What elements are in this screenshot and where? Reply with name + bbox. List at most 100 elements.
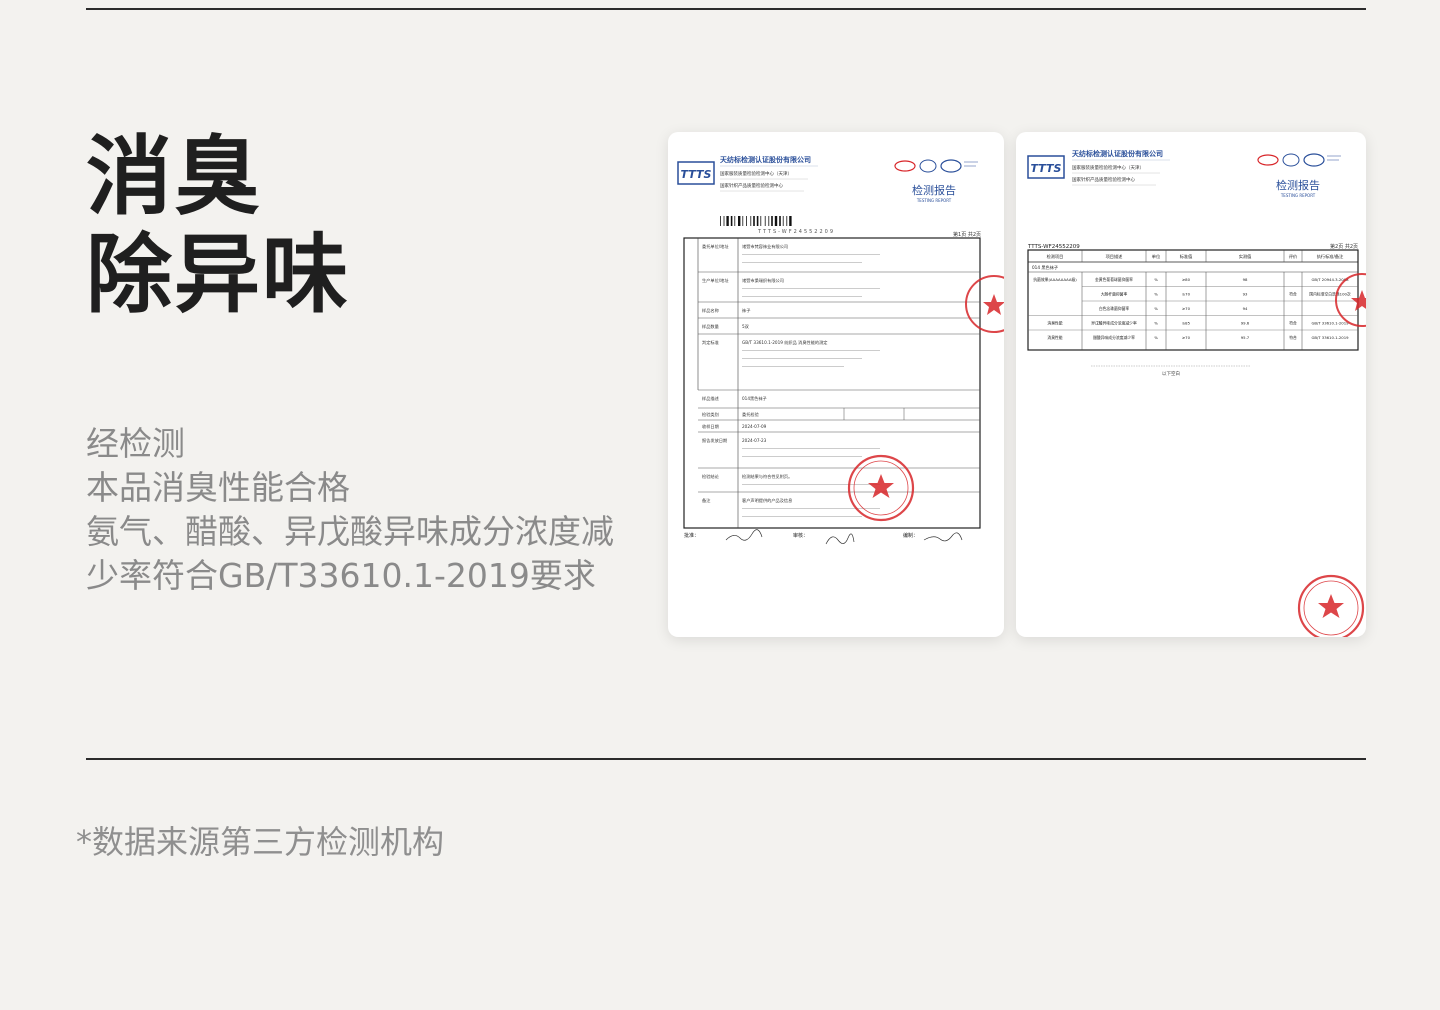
result-cell: 93 [1243,292,1248,297]
result-cell: ≥70 [1182,335,1191,340]
center-1: 国家服装质量检验检测中心（天津） [1072,164,1144,171]
description-line-3: 氨气、醋酸、异戊酸异味成分浓度减 [86,512,614,551]
result-cell: % [1154,306,1158,311]
edge-seal-icon [965,275,1004,333]
result-cell: 异戊酸异味成分浓度减少率 [1091,321,1137,326]
result-cell: % [1154,335,1158,340]
svg-text:审核：: 审核： [793,532,808,539]
result-cell: 符合 [1289,335,1297,340]
report-row: 生产单位/地址 诸暨市桑瑞织有限公司 [702,277,880,297]
test-report-page-1: TTTS 天纺标检测认证股份有限公司 国家服装质量检验检测中心（天津） 国家针织… [668,132,1004,637]
report-row: 判定标准 GB/T 33610.1-2019 纺织品 消臭性能的测定 [702,339,880,367]
result-cell: 94 [1243,306,1248,311]
report-row: 样品数量 5双 [702,323,750,330]
result-cell: GB/T 33610.1-2019 [1311,321,1349,326]
column-header: 检测项目 [1047,253,1064,260]
svg-text:TTTS: TTTS [1031,162,1062,175]
center-1: 国家服装质量检验检测中心（天津） [720,170,792,177]
report-title: 检测报告 [1276,178,1320,192]
report-row: 报告发放日期 2024-07-23 [702,437,880,457]
result-cell: GB/T 33610.1-2019 [1311,335,1349,340]
barcode-icon [720,216,792,226]
sample-label: 014 黑色袜子 [1032,264,1058,271]
row-label: 检验类别 [702,411,719,418]
description-line-2: 本品消臭性能合格 [86,468,350,507]
source-footnote: *数据来源第三方检测机构 [76,823,445,861]
org-name: 天纺标检测认证股份有限公司 [720,155,811,164]
result-cell: 99.6 [1241,321,1250,326]
row-label: 样品名称 [702,307,719,314]
headline-line-2: 除异味 [86,225,350,325]
report-table: 委托单位/地址 诸暨市梵容袜业有限公司生产单位/地址 诸暨市桑瑞织有限公司样品名称 袜… [683,237,981,529]
result-cell: 消臭性能 [1047,335,1062,340]
row-label: 备注 [702,497,711,504]
column-header: 标准值 [1180,253,1193,260]
result-cell: 白色念珠菌抑菌率 [1099,306,1130,311]
result-cell: 国内标准空白洗涤100次 [1309,292,1351,297]
row-value: 袜子 [742,307,750,314]
result-cell: 抗菌效果(AAAAAAAA级) [1033,277,1077,282]
row-label: 样品数量 [702,323,719,330]
org-name: 天纺标检测认证股份有限公司 [1072,149,1163,158]
result-cell: ≥80 [1182,277,1191,282]
row-value: 委托检验 [742,411,760,418]
report-title-en: TESTING REPORT [916,198,952,203]
result-cell: 消臭性能 [1047,321,1062,326]
description-line-4: 少率符合GB/T33610.1-2019要求 [86,556,596,595]
result-cell: ≥85 [1182,321,1191,326]
row-label: 委托单位/地址 [702,243,729,250]
report-row: 样品描述 014黑色袜子 [702,395,767,402]
result-cell: ≥70 [1182,292,1191,297]
report-number: TTTS-WF24552209 [757,229,835,235]
result-cell: 大肠杆菌抑菌率 [1101,292,1128,297]
report-title-en: TESTING REPORT [1280,193,1316,198]
headline-line-1: 消臭 [86,127,262,227]
report-row: 检验结论 检测结果与符合性见附页。 [702,473,880,485]
official-seal-icon [847,454,915,522]
row-label: 检验结论 [702,473,720,480]
top-divider [86,8,1366,10]
column-header: 评价 [1289,253,1298,260]
row-label: 生产单位/地址 [702,277,729,284]
row-value: 5双 [742,324,750,330]
report-row: 检验类别 委托检验 [702,411,760,418]
column-header: 实测值 [1239,253,1252,260]
row-label: 样品描述 [702,395,720,402]
svg-text:编制：: 编制： [903,532,918,539]
center-2: 国家针织产品质量检验检测中心 [1072,176,1135,183]
column-header: 项目描述 [1106,253,1124,260]
column-header: 单位 [1152,253,1160,260]
headline: 消臭 除异味 [86,128,350,324]
report-row: 备注 客户声明提供的产品及信息 [702,497,880,517]
ttts-logo-icon: TTTS [1027,155,1065,179]
center-2: 国家针织产品质量检验检测中心 [720,182,783,189]
ttts-logo-icon: TTTS [677,161,715,185]
report-row: 委托单位/地址 诸暨市梵容袜业有限公司 [702,243,880,263]
row-value: 2024-07-23 [742,438,767,443]
result-row: 白色念珠菌抑菌率% ≥70 94 [1099,306,1248,311]
row-value: 检测结果与符合性见附页。 [742,473,792,480]
results-table: 检测项目 项目描述 单位 标准值 实测值 评价 执行标准/备注 014 黑色袜子抗菌效果(AA… [1027,249,1359,351]
result-cell: 醋酸异味成分浓度减少率 [1093,335,1135,340]
row-value: 014黑色袜子 [742,395,767,402]
row-label: 判定标准 [702,339,719,346]
result-cell: % [1154,277,1158,282]
row-label: 报告发放日期 [702,437,727,444]
result-cell: 符合 [1289,321,1297,326]
result-row: 消臭性能 异戊酸异味成分浓度减少率% ≥85 99.6 符合 GB/T 33610.1-2… [1047,321,1349,326]
result-row: 抗菌效果(AAAAAAAA级) 金黄色葡萄球菌抑菌率% ≥80 98 GB/T 2094… [1033,277,1349,282]
result-cell: 98 [1243,277,1248,282]
report-row: 收样日期 2024-07-09 [702,423,767,430]
row-value: GB/T 33610.1-2019 纺织品 消臭性能的测定 [742,339,827,346]
middle-divider [86,758,1366,760]
result-cell: % [1154,321,1158,326]
row-value: 诸暨市桑瑞织有限公司 [742,277,784,284]
result-row: 大肠杆菌抑菌率% ≥70 93 符合 国内标准空白洗涤100次 [1101,292,1351,297]
certification-marks-icon [894,159,978,173]
result-cell: 符合 [1289,292,1297,297]
end-note: 以下空白 [1162,370,1180,377]
report-title: 检测报告 [912,183,956,197]
description-line-1: 经检测 [86,424,185,463]
row-value: 诸暨市梵容袜业有限公司 [742,243,788,250]
svg-text:TTTS: TTTS [681,168,712,181]
